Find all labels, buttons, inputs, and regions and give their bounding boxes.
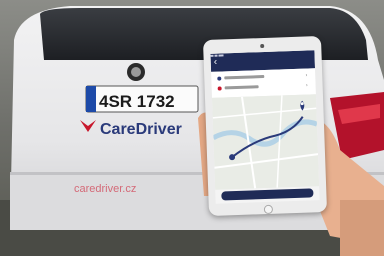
scene-background: 4SR 1732 CareDriver caredriver.cz	[0, 0, 384, 256]
status-bar-icons	[210, 54, 224, 57]
destination-row[interactable]: ›	[217, 82, 308, 91]
route-panel: › ›	[211, 68, 316, 98]
license-plate-text: 4SR 1732	[99, 92, 175, 111]
route-map[interactable]	[211, 94, 320, 190]
tablet-device: ‹ › ›	[202, 35, 328, 217]
camera-icon	[260, 43, 265, 49]
back-arrow-icon[interactable]: ‹	[214, 56, 224, 68]
chevron-right-icon: ›	[305, 82, 308, 89]
pickup-address	[224, 74, 265, 80]
chevron-right-icon: ›	[305, 72, 308, 79]
destination-dot-icon	[217, 86, 222, 91]
confirm-button[interactable]	[221, 188, 314, 201]
destination-address	[224, 85, 259, 90]
pickup-row[interactable]: ›	[217, 72, 307, 81]
car-brand-text: CareDriver	[100, 121, 182, 138]
car-url-text: caredriver.cz	[74, 183, 136, 195]
pickup-dot-icon	[217, 76, 222, 81]
tablet-screen: ‹ › ›	[210, 50, 320, 204]
home-button[interactable]	[263, 204, 274, 215]
photo-scene: 4SR 1732 CareDriver caredriver.cz ‹ › ›	[0, 0, 384, 256]
app-title	[229, 56, 289, 66]
